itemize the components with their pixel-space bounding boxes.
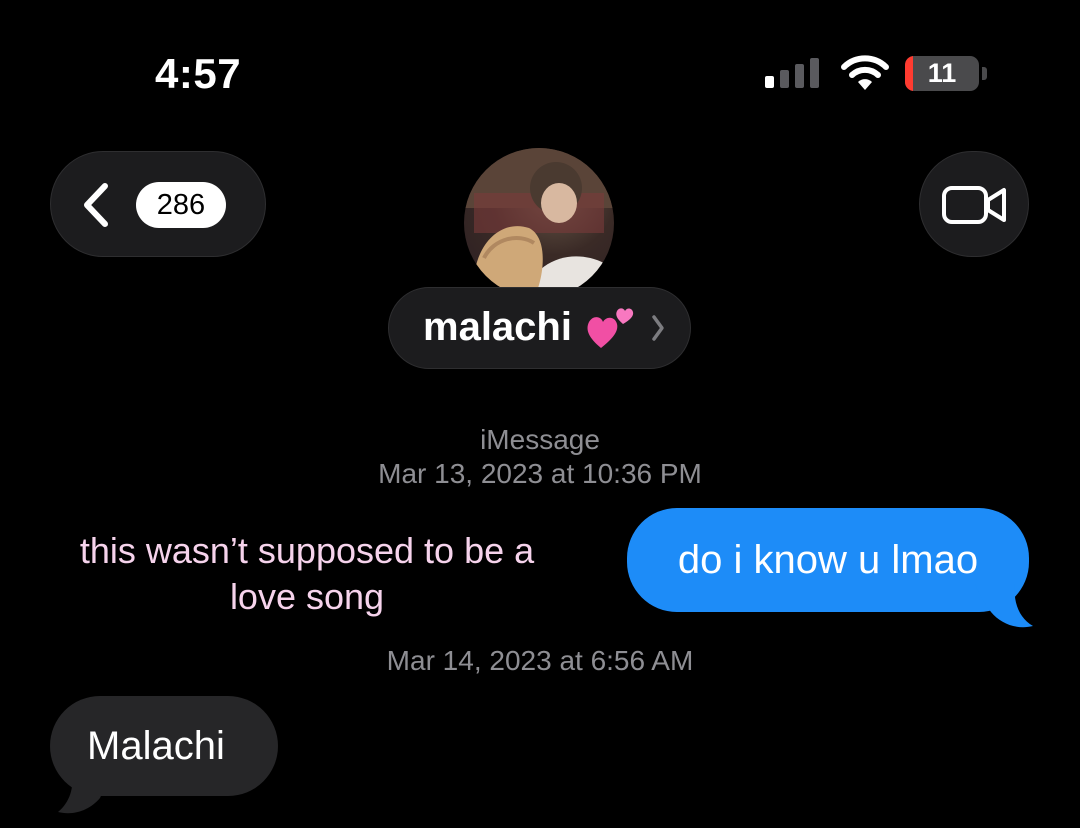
battery-terminal	[982, 67, 987, 80]
two-hearts-icon: 💕	[587, 308, 634, 348]
overlay-caption: this wasn’t supposed to be a love song	[40, 528, 574, 620]
message-timestamp: Mar 14, 2023 at 6:56 AM	[386, 645, 694, 676]
facetime-video-button[interactable]	[919, 151, 1029, 257]
chevron-left-icon	[84, 183, 108, 227]
status-time: 4:57	[155, 50, 242, 97]
chevron-right-icon	[652, 315, 664, 341]
cellular-signal-icon	[765, 58, 821, 88]
battery-icon: 11	[905, 56, 979, 91]
message-text: Malachi	[87, 724, 225, 768]
message-timestamp: Mar 13, 2023 at 10:36 PM	[378, 458, 702, 489]
contact-avatar[interactable]	[464, 148, 614, 298]
bubble-tail	[58, 772, 108, 814]
message-text: do i know u lmao	[677, 538, 979, 582]
battery-level: 11	[927, 58, 957, 88]
contact-name-button[interactable]: malachi 💕	[388, 287, 691, 369]
contact-photo	[464, 148, 614, 298]
video-camera-icon	[942, 186, 1006, 224]
caption-line: love song	[229, 576, 385, 617]
bubble-tail	[975, 584, 1033, 628]
back-button[interactable]: 286	[50, 151, 266, 257]
caption-line: this wasn’t supposed to be a	[79, 530, 535, 571]
wifi-icon	[841, 55, 889, 90]
unread-count-badge: 286	[136, 182, 226, 228]
sent-message-bubble[interactable]: do i know u lmao	[627, 508, 1029, 612]
service-label: iMessage	[480, 424, 600, 455]
contact-name: malachi	[423, 305, 572, 349]
